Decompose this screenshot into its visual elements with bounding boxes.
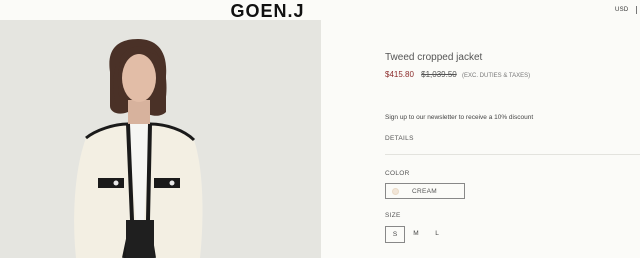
currency-selector[interactable]: USD	[615, 7, 629, 13]
size-option-m[interactable]: M	[406, 226, 426, 243]
product-title: Tweed cropped jacket	[385, 52, 483, 63]
color-option-cream[interactable]: CREAM	[385, 183, 465, 199]
header-menu-icon[interactable]	[636, 6, 640, 14]
color-swatch	[392, 188, 399, 195]
price-row: $415.80 $1,039.50 (EXC. DUTIES & TAXES)	[385, 70, 530, 79]
size-label: SIZE	[385, 212, 401, 219]
sale-price: $415.80	[385, 70, 414, 79]
size-option-l[interactable]: L	[427, 226, 447, 243]
details-toggle[interactable]: DETAILS	[385, 135, 414, 142]
color-label: COLOR	[385, 170, 410, 177]
price-note: (EXC. DUTIES & TAXES)	[461, 73, 531, 79]
original-price: $1,039.50	[421, 70, 457, 79]
newsletter-link[interactable]: Sign up to our newsletter to receive a 1…	[385, 114, 533, 121]
color-option-label: CREAM	[412, 188, 437, 195]
divider	[385, 154, 640, 155]
size-option-s[interactable]: S	[385, 226, 405, 243]
product-photo	[0, 20, 321, 258]
product-page: GOEN.J USD Tweed cropped jacket $415.80 …	[0, 0, 640, 258]
brand-logo[interactable]: GOEN.J	[0, 1, 535, 22]
